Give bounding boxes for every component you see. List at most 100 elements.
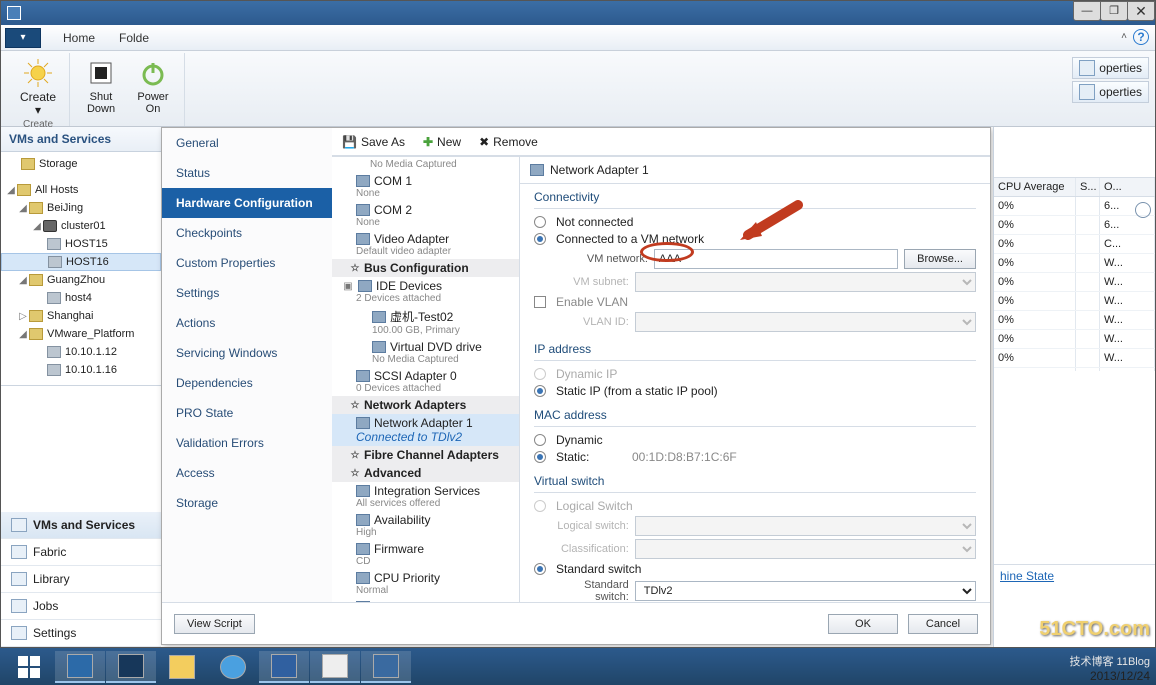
poweron-button[interactable]: Power On <box>130 53 176 115</box>
hw-disk[interactable]: 虚机-Test02100.00 GB, Primary <box>332 306 519 338</box>
system-tray[interactable]: 技术博客 11Blog 2013/12/24 <box>1070 655 1151 683</box>
dlg-nav-general[interactable]: General <box>162 128 332 158</box>
folder-icon <box>29 310 43 322</box>
tree-host4[interactable]: host4 <box>1 289 161 307</box>
table-row[interactable]: 0%6... <box>994 197 1155 216</box>
table-row[interactable]: 0%W... <box>994 292 1155 311</box>
tree-ip2[interactable]: 10.10.1.16 <box>1 361 161 379</box>
tree-allhosts[interactable]: ◢All Hosts <box>1 181 161 199</box>
hw-scsi[interactable]: SCSI Adapter 00 Devices attached <box>332 367 519 396</box>
hw-cpu-priority[interactable]: CPU PriorityNormal <box>332 569 519 598</box>
app-menu-button[interactable]: ▾ <box>5 28 41 48</box>
dlg-nav-hwconfig[interactable]: Hardware Configuration <box>162 188 332 218</box>
table-row[interactable]: 0%W... <box>994 330 1155 349</box>
dlg-nav-prostate[interactable]: PRO State <box>162 398 332 428</box>
nav-settings[interactable]: Settings <box>1 620 161 647</box>
tb-app-a[interactable] <box>310 651 360 683</box>
radio-connected-vmnet[interactable] <box>534 233 546 245</box>
table-row[interactable]: 0%6... <box>994 216 1155 235</box>
start-button[interactable] <box>4 651 54 683</box>
menu-folder[interactable]: Folde <box>107 31 161 45</box>
tb-powershell[interactable] <box>106 651 156 683</box>
tree-guangzhou[interactable]: ◢GuangZhou <box>1 271 161 289</box>
collapse-ribbon-icon[interactable]: ˄ <box>1121 31 1127 42</box>
group-mac: MAC address <box>534 408 976 422</box>
tree-vmware[interactable]: ◢VMware_Platform <box>1 325 161 343</box>
tree-host15[interactable]: HOST15 <box>1 235 161 253</box>
vmnetwork-input[interactable] <box>654 249 898 269</box>
col-cpu[interactable]: CPU Average <box>994 178 1076 196</box>
view-script-button[interactable]: View Script <box>174 614 255 634</box>
hw-bus-header[interactable]: ☆Bus Configuration <box>332 259 519 277</box>
properties-button-2[interactable]: operties <box>1072 81 1149 103</box>
radio-static-ip[interactable] <box>534 385 546 397</box>
tree-shanghai[interactable]: ▷Shanghai <box>1 307 161 325</box>
properties-button-1[interactable]: operties <box>1072 57 1149 79</box>
ok-button[interactable]: OK <box>828 614 898 634</box>
nav-jobs[interactable]: Jobs <box>1 593 161 620</box>
radio-standard-switch[interactable] <box>534 563 546 575</box>
hw-adv-header[interactable]: ☆Advanced <box>332 464 519 482</box>
nav-library[interactable]: Library <box>1 566 161 593</box>
menu-home[interactable]: Home <box>51 31 107 45</box>
table-row[interactable]: 0%W... <box>994 254 1155 273</box>
help-icon[interactable]: ? <box>1133 29 1149 45</box>
shutdown-button[interactable]: Shut Down <box>78 53 124 115</box>
standard-switch-select[interactable]: TDlv2 <box>635 581 976 601</box>
table-row[interactable]: 0%C... <box>994 235 1155 254</box>
hw-firmware[interactable]: FirmwareCD <box>332 540 519 569</box>
col-s[interactable]: S... <box>1076 178 1100 196</box>
dlg-nav-checkpoints[interactable]: Checkpoints <box>162 218 332 248</box>
tree-cluster01[interactable]: ◢cluster01 <box>1 217 161 235</box>
machine-state-link[interactable]: hine State <box>994 564 1155 587</box>
dlg-nav-access[interactable]: Access <box>162 458 332 488</box>
dlg-nav-actions[interactable]: Actions <box>162 308 332 338</box>
browse-button[interactable]: Browse... <box>904 249 976 269</box>
dlg-nav-storage[interactable]: Storage <box>162 488 332 518</box>
dlg-nav-valerrors[interactable]: Validation Errors <box>162 428 332 458</box>
dlg-nav-svcwindows[interactable]: Servicing Windows <box>162 338 332 368</box>
saveas-button[interactable]: 💾Save As <box>338 133 409 151</box>
hw-integration[interactable]: Integration ServicesAll services offered <box>332 482 519 511</box>
table-row[interactable]: 0%W... <box>994 273 1155 292</box>
minimize-button[interactable]: — <box>1073 1 1101 21</box>
hw-network-adapter-1[interactable]: Network Adapter 1Connected to TDlv2 <box>332 414 519 446</box>
col-o[interactable]: O... <box>1100 178 1155 196</box>
search-icon[interactable] <box>1135 202 1151 218</box>
hw-video[interactable]: Video AdapterDefault video adapter <box>332 230 519 259</box>
table-row[interactable]: 0%W... <box>994 349 1155 368</box>
hw-fc-header[interactable]: ☆Fibre Channel Adapters <box>332 446 519 464</box>
new-button[interactable]: ✚New <box>419 133 465 151</box>
hw-availability[interactable]: AvailabilityHigh <box>332 511 519 540</box>
dlg-nav-settings[interactable]: Settings <box>162 278 332 308</box>
tree-host16[interactable]: HOST16 <box>1 253 161 271</box>
dlg-nav-customprops[interactable]: Custom Properties <box>162 248 332 278</box>
table-row[interactable]: 0%W... <box>994 311 1155 330</box>
hw-dvd[interactable]: Virtual DVD driveNo Media Captured <box>332 338 519 367</box>
dlg-nav-dependencies[interactable]: Dependencies <box>162 368 332 398</box>
create-button[interactable]: Create▾ <box>15 53 61 117</box>
close-button[interactable]: ✕ <box>1127 1 1155 21</box>
hw-com1[interactable]: COM 1None <box>332 172 519 201</box>
hw-ide[interactable]: ▣IDE Devices2 Devices attached <box>332 277 519 306</box>
radio-not-connected[interactable] <box>534 216 546 228</box>
cancel-button[interactable]: Cancel <box>908 614 978 634</box>
radio-dynamic-mac[interactable] <box>534 434 546 446</box>
dlg-nav-status[interactable]: Status <box>162 158 332 188</box>
nav-vms-services[interactable]: VMs and Services <box>1 512 161 539</box>
tb-ie[interactable] <box>208 651 258 683</box>
maximize-button[interactable]: ❐ <box>1100 1 1128 21</box>
tb-explorer[interactable] <box>157 651 207 683</box>
tb-perfmon[interactable] <box>361 651 411 683</box>
nav-fabric[interactable]: Fabric <box>1 539 161 566</box>
tree-ip1[interactable]: 10.10.1.12 <box>1 343 161 361</box>
hw-net-header[interactable]: ☆Network Adapters <box>332 396 519 414</box>
group-ipaddress: IP address <box>534 342 976 356</box>
tree-storage[interactable]: Storage <box>1 155 161 173</box>
tree-beijing[interactable]: ◢BeiJing <box>1 199 161 217</box>
tb-server-manager[interactable] <box>55 651 105 683</box>
hw-com2[interactable]: COM 2None <box>332 201 519 230</box>
radio-static-mac[interactable] <box>534 451 546 463</box>
enable-vlan-checkbox[interactable] <box>534 296 546 308</box>
tb-scvmm[interactable] <box>259 651 309 683</box>
